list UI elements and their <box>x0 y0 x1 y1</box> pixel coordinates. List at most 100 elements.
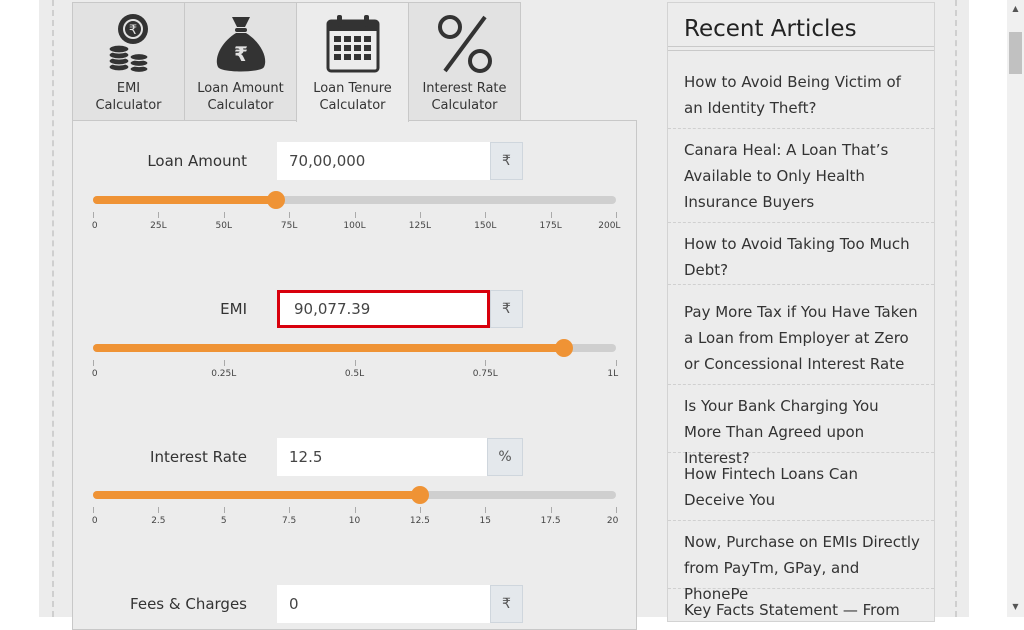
emi-slider[interactable] <box>93 339 616 357</box>
scale-tick <box>354 507 356 513</box>
scale-tick-label: 25L <box>150 221 167 231</box>
scale-tick-label: 7.5 <box>281 516 297 526</box>
scale-tick <box>485 212 487 218</box>
scale-tick-label: 0 <box>91 516 98 526</box>
scale-tick-label: 2.5 <box>151 516 166 526</box>
tab-label: Loan Tenure Calculator <box>313 81 392 113</box>
scale-tick <box>289 507 291 513</box>
coins-icon: ₹ <box>107 14 149 74</box>
scale-tick <box>616 212 617 218</box>
article-link[interactable]: Pay More Tax if You Have Taken a Loan fr… <box>668 299 934 385</box>
scale-tick <box>93 507 94 513</box>
loan-amount-label: Loan Amount <box>147 152 247 170</box>
scroll-up-arrow-icon[interactable]: ▲ <box>1007 2 1024 16</box>
calendar-icon <box>326 15 379 73</box>
scale-tick-label: 0 <box>91 221 98 231</box>
scrollbar-thumb[interactable] <box>1009 32 1022 74</box>
percent-addon: % <box>487 438 523 476</box>
scale-tick <box>485 360 487 366</box>
scale-tick-label: 200L <box>598 221 621 231</box>
scale-tick-label: 75L <box>280 221 298 231</box>
scale-tick-label: 175L <box>539 221 562 231</box>
loan-amount-input[interactable]: 70,00,000 <box>277 142 490 180</box>
scale-tick <box>419 507 421 513</box>
rupee-addon: ₹ <box>490 585 523 623</box>
fees-input[interactable]: 0 <box>277 585 490 623</box>
emi-input[interactable]: 90,077.39 <box>277 290 490 328</box>
scale-tick <box>223 212 225 218</box>
svg-text:₹: ₹ <box>128 23 136 38</box>
sidebar-title: Recent Articles <box>684 16 857 42</box>
scale-tick-label: 0.25L <box>211 369 237 379</box>
slider-handle[interactable] <box>554 339 573 357</box>
loan-amount-scale: 0 25L 50L 75L 100L 125L 150L 175L 200L <box>91 212 620 232</box>
percent-icon <box>437 15 492 73</box>
slider-handle[interactable] <box>267 191 286 209</box>
article-link[interactable]: How to Avoid Being Victim of an Identity… <box>668 69 934 129</box>
scale-tick-label: 125L <box>408 221 431 231</box>
loan-amount-slider[interactable] <box>93 191 616 209</box>
slider-fill <box>93 196 277 204</box>
scale-tick-label: 150L <box>474 221 497 231</box>
scale-tick-label: 20 <box>606 516 619 526</box>
tab-loan-tenure-calculator[interactable]: Loan Tenure Calculator <box>296 2 409 122</box>
article-link[interactable]: How Fintech Loans Can Deceive You <box>668 461 934 521</box>
scale-tick <box>485 507 487 513</box>
scale-tick <box>158 507 160 513</box>
scale-tick-label: 100L <box>343 221 366 231</box>
scale-tick-label: 0.5L <box>344 369 365 379</box>
article-link[interactable]: Key Facts Statement — From <box>668 597 934 627</box>
tab-emi-calculator[interactable]: ₹ EMI Calculator <box>72 2 185 120</box>
scale-tick <box>550 212 552 218</box>
scale-tick <box>354 360 356 366</box>
left-dashed-border <box>52 0 54 617</box>
interest-rate-input[interactable]: 12.5 <box>277 438 487 476</box>
article-link[interactable]: Canara Heal: A Loan That’s Available to … <box>668 137 934 223</box>
scale-tick-label: 0.75L <box>472 369 498 379</box>
sidebar-divider <box>668 46 934 51</box>
scale-tick <box>419 212 421 218</box>
scale-tick <box>289 212 291 218</box>
scale-tick <box>616 360 617 366</box>
slider-fill <box>93 491 420 499</box>
scale-tick <box>616 507 617 513</box>
tab-label: Interest Rate Calculator <box>422 81 507 113</box>
svg-text:₹: ₹ <box>234 42 248 66</box>
scale-tick-label: 50L <box>215 221 232 231</box>
tab-label: Loan Amount Calculator <box>197 81 284 113</box>
scale-tick-label: 15 <box>479 516 491 526</box>
scale-tick <box>550 507 552 513</box>
scale-tick <box>354 212 356 218</box>
scale-tick <box>93 212 94 218</box>
interest-rate-label: Interest Rate <box>150 448 247 466</box>
scale-tick-label: 12.5 <box>409 516 430 526</box>
page-scrollbar[interactable]: ▲ ▼ <box>1007 0 1024 617</box>
money-bag-icon: ₹ <box>216 17 265 72</box>
scale-tick-label: 5 <box>220 516 227 526</box>
scale-tick <box>223 507 225 513</box>
tab-loan-amount-calculator[interactable]: ₹ Loan Amount Calculator <box>184 2 297 120</box>
interest-rate-scale: 0 2.5 5 7.5 10 12.5 15 17.5 20 <box>91 507 619 527</box>
tab-interest-rate-calculator[interactable]: Interest Rate Calculator <box>408 2 521 120</box>
scroll-down-arrow-icon[interactable]: ▼ <box>1007 600 1024 614</box>
rupee-addon: ₹ <box>490 142 523 180</box>
tab-label: EMI Calculator <box>95 81 162 113</box>
emi-label: EMI <box>220 300 247 318</box>
scale-tick <box>223 360 225 366</box>
scale-tick-label: 10 <box>348 516 361 526</box>
article-link[interactable]: How to Avoid Taking Too Much Debt? <box>668 231 934 285</box>
scale-tick <box>158 212 160 218</box>
scale-tick-label: 0 <box>91 369 98 379</box>
article-link[interactable]: Is Your Bank Charging You More Than Agre… <box>668 393 934 467</box>
rupee-addon: ₹ <box>490 290 523 328</box>
slider-fill <box>93 344 564 352</box>
interest-rate-slider[interactable] <box>93 486 616 504</box>
scale-tick-label: 1L <box>607 369 619 379</box>
right-dashed-border <box>955 0 957 617</box>
article-link[interactable]: Now, Purchase on EMIs Directly from PayT… <box>668 529 934 603</box>
scale-tick-label: 17.5 <box>540 516 561 526</box>
emi-scale: 0 0.25L 0.5L 0.75L 1L <box>91 360 619 380</box>
scale-tick <box>93 360 94 366</box>
fees-label: Fees & Charges <box>130 595 247 613</box>
slider-handle[interactable] <box>410 486 429 504</box>
